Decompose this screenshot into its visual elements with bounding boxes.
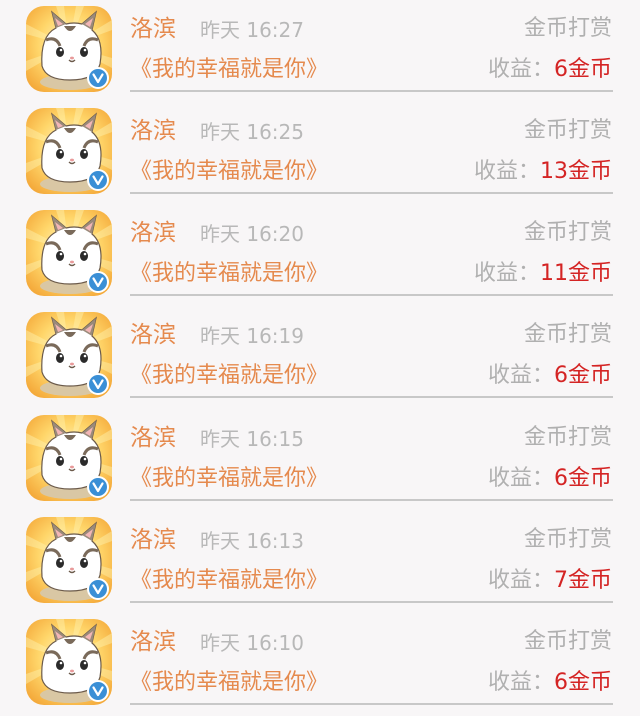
user-name[interactable]: 洛滨: [130, 321, 176, 349]
verified-v-icon: [89, 580, 107, 598]
user-name[interactable]: 洛滨: [130, 15, 176, 43]
income-label: 收益：: [473, 261, 540, 286]
income-label: 收益：: [487, 363, 554, 388]
income-value: 6金币: [554, 466, 612, 491]
income: 收益：6金币: [488, 56, 612, 84]
divider: [130, 192, 613, 194]
reward-type: 金币打赏: [523, 629, 612, 654]
book-title[interactable]: 《我的幸福就是你》: [130, 260, 328, 288]
income: 收益：6金币: [488, 362, 612, 390]
list-item[interactable]: 洛滨 昨天 16:20 金币打赏 《我的幸福就是你》 收益：11金币: [0, 204, 640, 306]
reward-type: 金币打赏: [523, 16, 612, 41]
verified-v-icon: [89, 273, 107, 291]
income: 收益：11金币: [474, 260, 612, 288]
book-title[interactable]: 《我的幸福就是你》: [130, 158, 328, 186]
list-item[interactable]: 洛滨 昨天 16:13 金币打赏 《我的幸福就是你》 收益：7金币: [0, 511, 640, 613]
verified-v-icon: [89, 171, 107, 189]
divider: [130, 294, 613, 296]
cat-avatar-icon[interactable]: [26, 619, 112, 705]
reward-type: 金币打赏: [523, 527, 612, 552]
reward-type: 金币打赏: [523, 425, 612, 450]
list-item[interactable]: 洛滨 昨天 16:15 金币打赏 《我的幸福就是你》 收益：6金币: [0, 409, 640, 511]
reward-type: 金币打赏: [523, 118, 612, 143]
book-title[interactable]: 《我的幸福就是你》: [130, 465, 328, 493]
divider: [130, 703, 613, 705]
income-label: 收益：: [487, 670, 554, 695]
list-item[interactable]: 洛滨 昨天 16:27 金币打赏 《我的幸福就是你》 收益：6金币: [0, 0, 640, 102]
book-title[interactable]: 《我的幸福就是你》: [130, 362, 328, 390]
reward-list: 洛滨 昨天 16:27 金币打赏 《我的幸福就是你》 收益：6金币 洛滨 昨天 …: [0, 0, 640, 716]
timestamp: 昨天 16:10: [200, 631, 304, 655]
cat-avatar-icon[interactable]: [26, 6, 112, 92]
user-name[interactable]: 洛滨: [130, 526, 176, 554]
divider: [130, 90, 613, 92]
user-name[interactable]: 洛滨: [130, 117, 176, 145]
timestamp: 昨天 16:15: [200, 427, 304, 451]
income-label: 收益：: [487, 57, 554, 82]
verified-v-icon: [89, 375, 107, 393]
income-value: 6金币: [554, 670, 612, 695]
divider: [130, 396, 613, 398]
income-label: 收益：: [473, 159, 540, 184]
income: 收益：6金币: [488, 669, 612, 697]
income-label: 收益：: [487, 568, 554, 593]
verified-v-icon: [89, 478, 107, 496]
list-item[interactable]: 洛滨 昨天 16:25 金币打赏 《我的幸福就是你》 收益：13金币: [0, 102, 640, 204]
timestamp: 昨天 16:13: [200, 529, 304, 553]
timestamp: 昨天 16:20: [200, 222, 304, 246]
income: 收益：7金币: [488, 567, 612, 595]
income-value: 6金币: [554, 363, 612, 388]
book-title[interactable]: 《我的幸福就是你》: [130, 669, 328, 697]
book-title[interactable]: 《我的幸福就是你》: [130, 56, 328, 84]
cat-avatar-icon[interactable]: [26, 210, 112, 296]
verified-v-icon: [89, 69, 107, 87]
verified-v-icon: [89, 682, 107, 700]
income-value: 11金币: [540, 261, 612, 286]
cat-avatar-icon[interactable]: [26, 108, 112, 194]
timestamp: 昨天 16:27: [200, 18, 304, 42]
income-value: 13金币: [540, 159, 612, 184]
reward-type: 金币打赏: [523, 322, 612, 347]
divider: [130, 601, 613, 603]
list-item[interactable]: 洛滨 昨天 16:19 金币打赏 《我的幸福就是你》 收益：6金币: [0, 306, 640, 408]
timestamp: 昨天 16:19: [200, 324, 304, 348]
income: 收益：13金币: [474, 158, 612, 186]
reward-type: 金币打赏: [523, 220, 612, 245]
list-item[interactable]: 洛滨 昨天 16:10 金币打赏 《我的幸福就是你》 收益：6金币: [0, 613, 640, 715]
cat-avatar-icon[interactable]: [26, 415, 112, 501]
timestamp: 昨天 16:25: [200, 120, 304, 144]
book-title[interactable]: 《我的幸福就是你》: [130, 567, 328, 595]
divider: [130, 499, 613, 501]
income: 收益：6金币: [488, 465, 612, 493]
cat-avatar-icon[interactable]: [26, 517, 112, 603]
income-value: 6金币: [554, 57, 612, 82]
user-name[interactable]: 洛滨: [130, 424, 176, 452]
user-name[interactable]: 洛滨: [130, 219, 176, 247]
cat-avatar-icon[interactable]: [26, 312, 112, 398]
income-value: 7金币: [554, 568, 612, 593]
user-name[interactable]: 洛滨: [130, 628, 176, 656]
income-label: 收益：: [487, 466, 554, 491]
